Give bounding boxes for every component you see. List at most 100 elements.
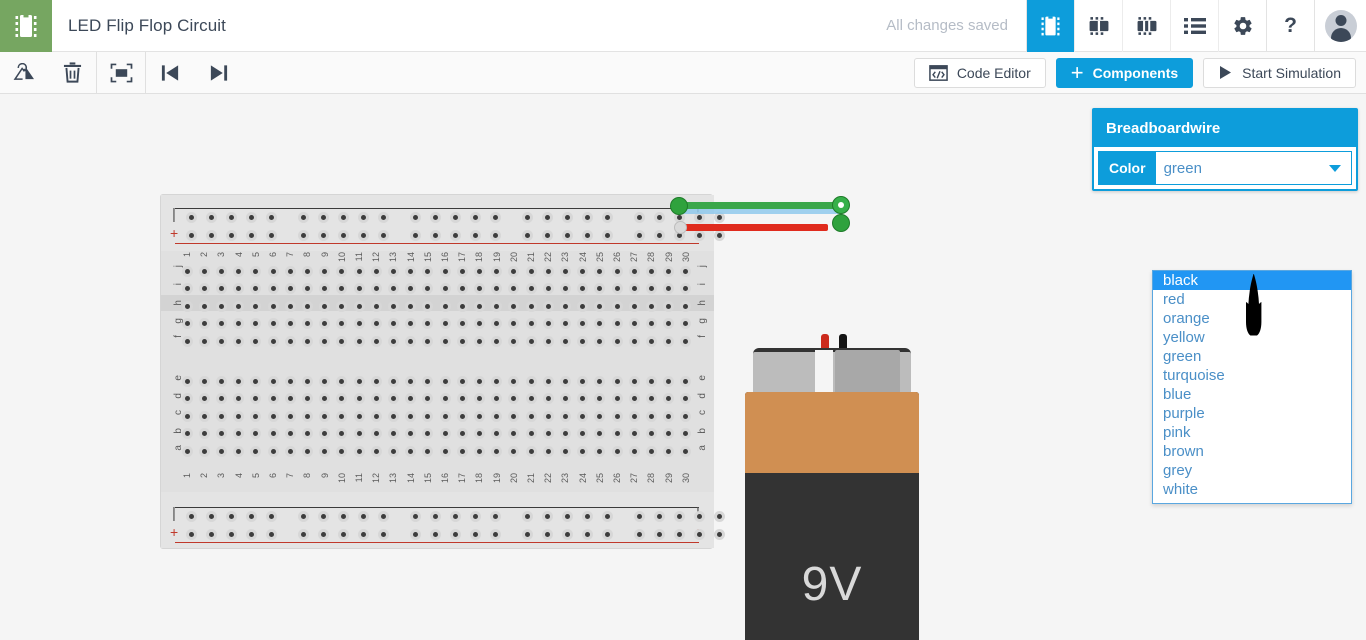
fit-to-screen-button[interactable] bbox=[97, 52, 145, 94]
rail-hole-top-pos-11[interactable] bbox=[409, 229, 421, 241]
rail-hole-bottom-pos-10[interactable] bbox=[377, 528, 389, 540]
hole-a7[interactable] bbox=[284, 445, 296, 457]
hole-j8[interactable] bbox=[301, 265, 313, 277]
hole-g17[interactable] bbox=[456, 318, 468, 330]
code-editor-button[interactable]: Code Editor bbox=[913, 57, 1046, 88]
hole-h3[interactable] bbox=[215, 300, 227, 312]
color-option-blue[interactable]: blue bbox=[1153, 385, 1351, 404]
hole-h29[interactable] bbox=[663, 300, 675, 312]
hole-e14[interactable] bbox=[405, 375, 417, 387]
hole-j19[interactable] bbox=[491, 265, 503, 277]
components-button[interactable]: + Components bbox=[1055, 57, 1194, 88]
hole-c17[interactable] bbox=[456, 410, 468, 422]
hole-i17[interactable] bbox=[456, 283, 468, 295]
hole-f9[interactable] bbox=[319, 335, 331, 347]
color-option-black[interactable]: black bbox=[1153, 271, 1351, 290]
hole-h14[interactable] bbox=[405, 300, 417, 312]
hole-j9[interactable] bbox=[319, 265, 331, 277]
hole-j30[interactable] bbox=[680, 265, 692, 277]
hole-f17[interactable] bbox=[456, 335, 468, 347]
hole-h23[interactable] bbox=[559, 300, 571, 312]
hole-f16[interactable] bbox=[439, 335, 451, 347]
hole-f27[interactable] bbox=[628, 335, 640, 347]
color-option-red[interactable]: red bbox=[1153, 290, 1351, 309]
hole-b17[interactable] bbox=[456, 428, 468, 440]
rail-hole-bottom-pos-11[interactable] bbox=[409, 528, 421, 540]
hole-e10[interactable] bbox=[336, 375, 348, 387]
hole-d27[interactable] bbox=[628, 393, 640, 405]
hole-e15[interactable] bbox=[422, 375, 434, 387]
list-view-button[interactable] bbox=[1170, 0, 1218, 52]
properties-panel[interactable]: Breadboardwire Color green bbox=[1092, 108, 1358, 191]
rail-hole-bottom-neg-10[interactable] bbox=[377, 510, 389, 522]
hole-f29[interactable] bbox=[663, 335, 675, 347]
hole-g7[interactable] bbox=[284, 318, 296, 330]
hole-h6[interactable] bbox=[267, 300, 279, 312]
hole-e8[interactable] bbox=[301, 375, 313, 387]
hole-f2[interactable] bbox=[198, 335, 210, 347]
hole-d22[interactable] bbox=[542, 393, 554, 405]
rail-hole-bottom-neg-12[interactable] bbox=[429, 510, 441, 522]
hole-b21[interactable] bbox=[525, 428, 537, 440]
color-option-pink[interactable]: pink bbox=[1153, 423, 1351, 442]
hole-g22[interactable] bbox=[542, 318, 554, 330]
color-option-green[interactable]: green bbox=[1153, 347, 1351, 366]
hole-f8[interactable] bbox=[301, 335, 313, 347]
hole-c23[interactable] bbox=[559, 410, 571, 422]
hole-f21[interactable] bbox=[525, 335, 537, 347]
delete-button[interactable] bbox=[48, 52, 96, 94]
hole-g21[interactable] bbox=[525, 318, 537, 330]
rail-hole-top-pos-13[interactable] bbox=[449, 229, 461, 241]
hole-g6[interactable] bbox=[267, 318, 279, 330]
hole-e11[interactable] bbox=[353, 375, 365, 387]
hole-e23[interactable] bbox=[559, 375, 571, 387]
hole-d11[interactable] bbox=[353, 393, 365, 405]
hole-d17[interactable] bbox=[456, 393, 468, 405]
rail-hole-bottom-pos-4[interactable] bbox=[245, 528, 257, 540]
hole-b6[interactable] bbox=[267, 428, 279, 440]
hole-j6[interactable] bbox=[267, 265, 279, 277]
hole-f28[interactable] bbox=[645, 335, 657, 347]
hole-f4[interactable] bbox=[233, 335, 245, 347]
hole-i2[interactable] bbox=[198, 283, 210, 295]
hole-a26[interactable] bbox=[611, 445, 623, 457]
hole-a23[interactable] bbox=[559, 445, 571, 457]
project-title[interactable]: LED Flip Flop Circuit bbox=[52, 0, 226, 51]
rail-hole-bottom-neg-16[interactable] bbox=[521, 510, 533, 522]
color-option-purple[interactable]: purple bbox=[1153, 404, 1351, 423]
hole-i3[interactable] bbox=[215, 283, 227, 295]
hole-c2[interactable] bbox=[198, 410, 210, 422]
hole-d23[interactable] bbox=[559, 393, 571, 405]
hole-c7[interactable] bbox=[284, 410, 296, 422]
hole-j26[interactable] bbox=[611, 265, 623, 277]
hole-a16[interactable] bbox=[439, 445, 451, 457]
rail-hole-bottom-neg-23[interactable] bbox=[673, 510, 685, 522]
rail-hole-top-pos-12[interactable] bbox=[429, 229, 441, 241]
hole-h24[interactable] bbox=[577, 300, 589, 312]
hole-h7[interactable] bbox=[284, 300, 296, 312]
hole-c26[interactable] bbox=[611, 410, 623, 422]
hole-d13[interactable] bbox=[387, 393, 399, 405]
hole-f22[interactable] bbox=[542, 335, 554, 347]
hole-f19[interactable] bbox=[491, 335, 503, 347]
hole-j12[interactable] bbox=[370, 265, 382, 277]
rail-hole-top-neg-13[interactable] bbox=[449, 211, 461, 223]
hole-c10[interactable] bbox=[336, 410, 348, 422]
rail-hole-top-neg-2[interactable] bbox=[205, 211, 217, 223]
hole-e30[interactable] bbox=[680, 375, 692, 387]
color-dropdown-list[interactable]: black red orange yellow green turquoise blue pu… bbox=[1152, 270, 1352, 504]
breadboard-view-button[interactable] bbox=[1026, 0, 1074, 52]
rail-hole-top-pos-20[interactable] bbox=[601, 229, 613, 241]
green-wire-endpoint-lower[interactable] bbox=[832, 214, 850, 232]
color-option-brown[interactable]: brown bbox=[1153, 442, 1351, 461]
rail-hole-bottom-neg-3[interactable] bbox=[225, 510, 237, 522]
hole-h16[interactable] bbox=[439, 300, 451, 312]
rail-hole-bottom-neg-5[interactable] bbox=[265, 510, 277, 522]
hole-h8[interactable] bbox=[301, 300, 313, 312]
rail-hole-top-neg-6[interactable] bbox=[297, 211, 309, 223]
hole-f13[interactable] bbox=[387, 335, 399, 347]
rail-hole-top-neg-19[interactable] bbox=[581, 211, 593, 223]
rail-hole-top-pos-22[interactable] bbox=[653, 229, 665, 241]
rail-hole-top-pos-21[interactable] bbox=[633, 229, 645, 241]
green-wire-endpoint-right[interactable] bbox=[832, 196, 850, 214]
